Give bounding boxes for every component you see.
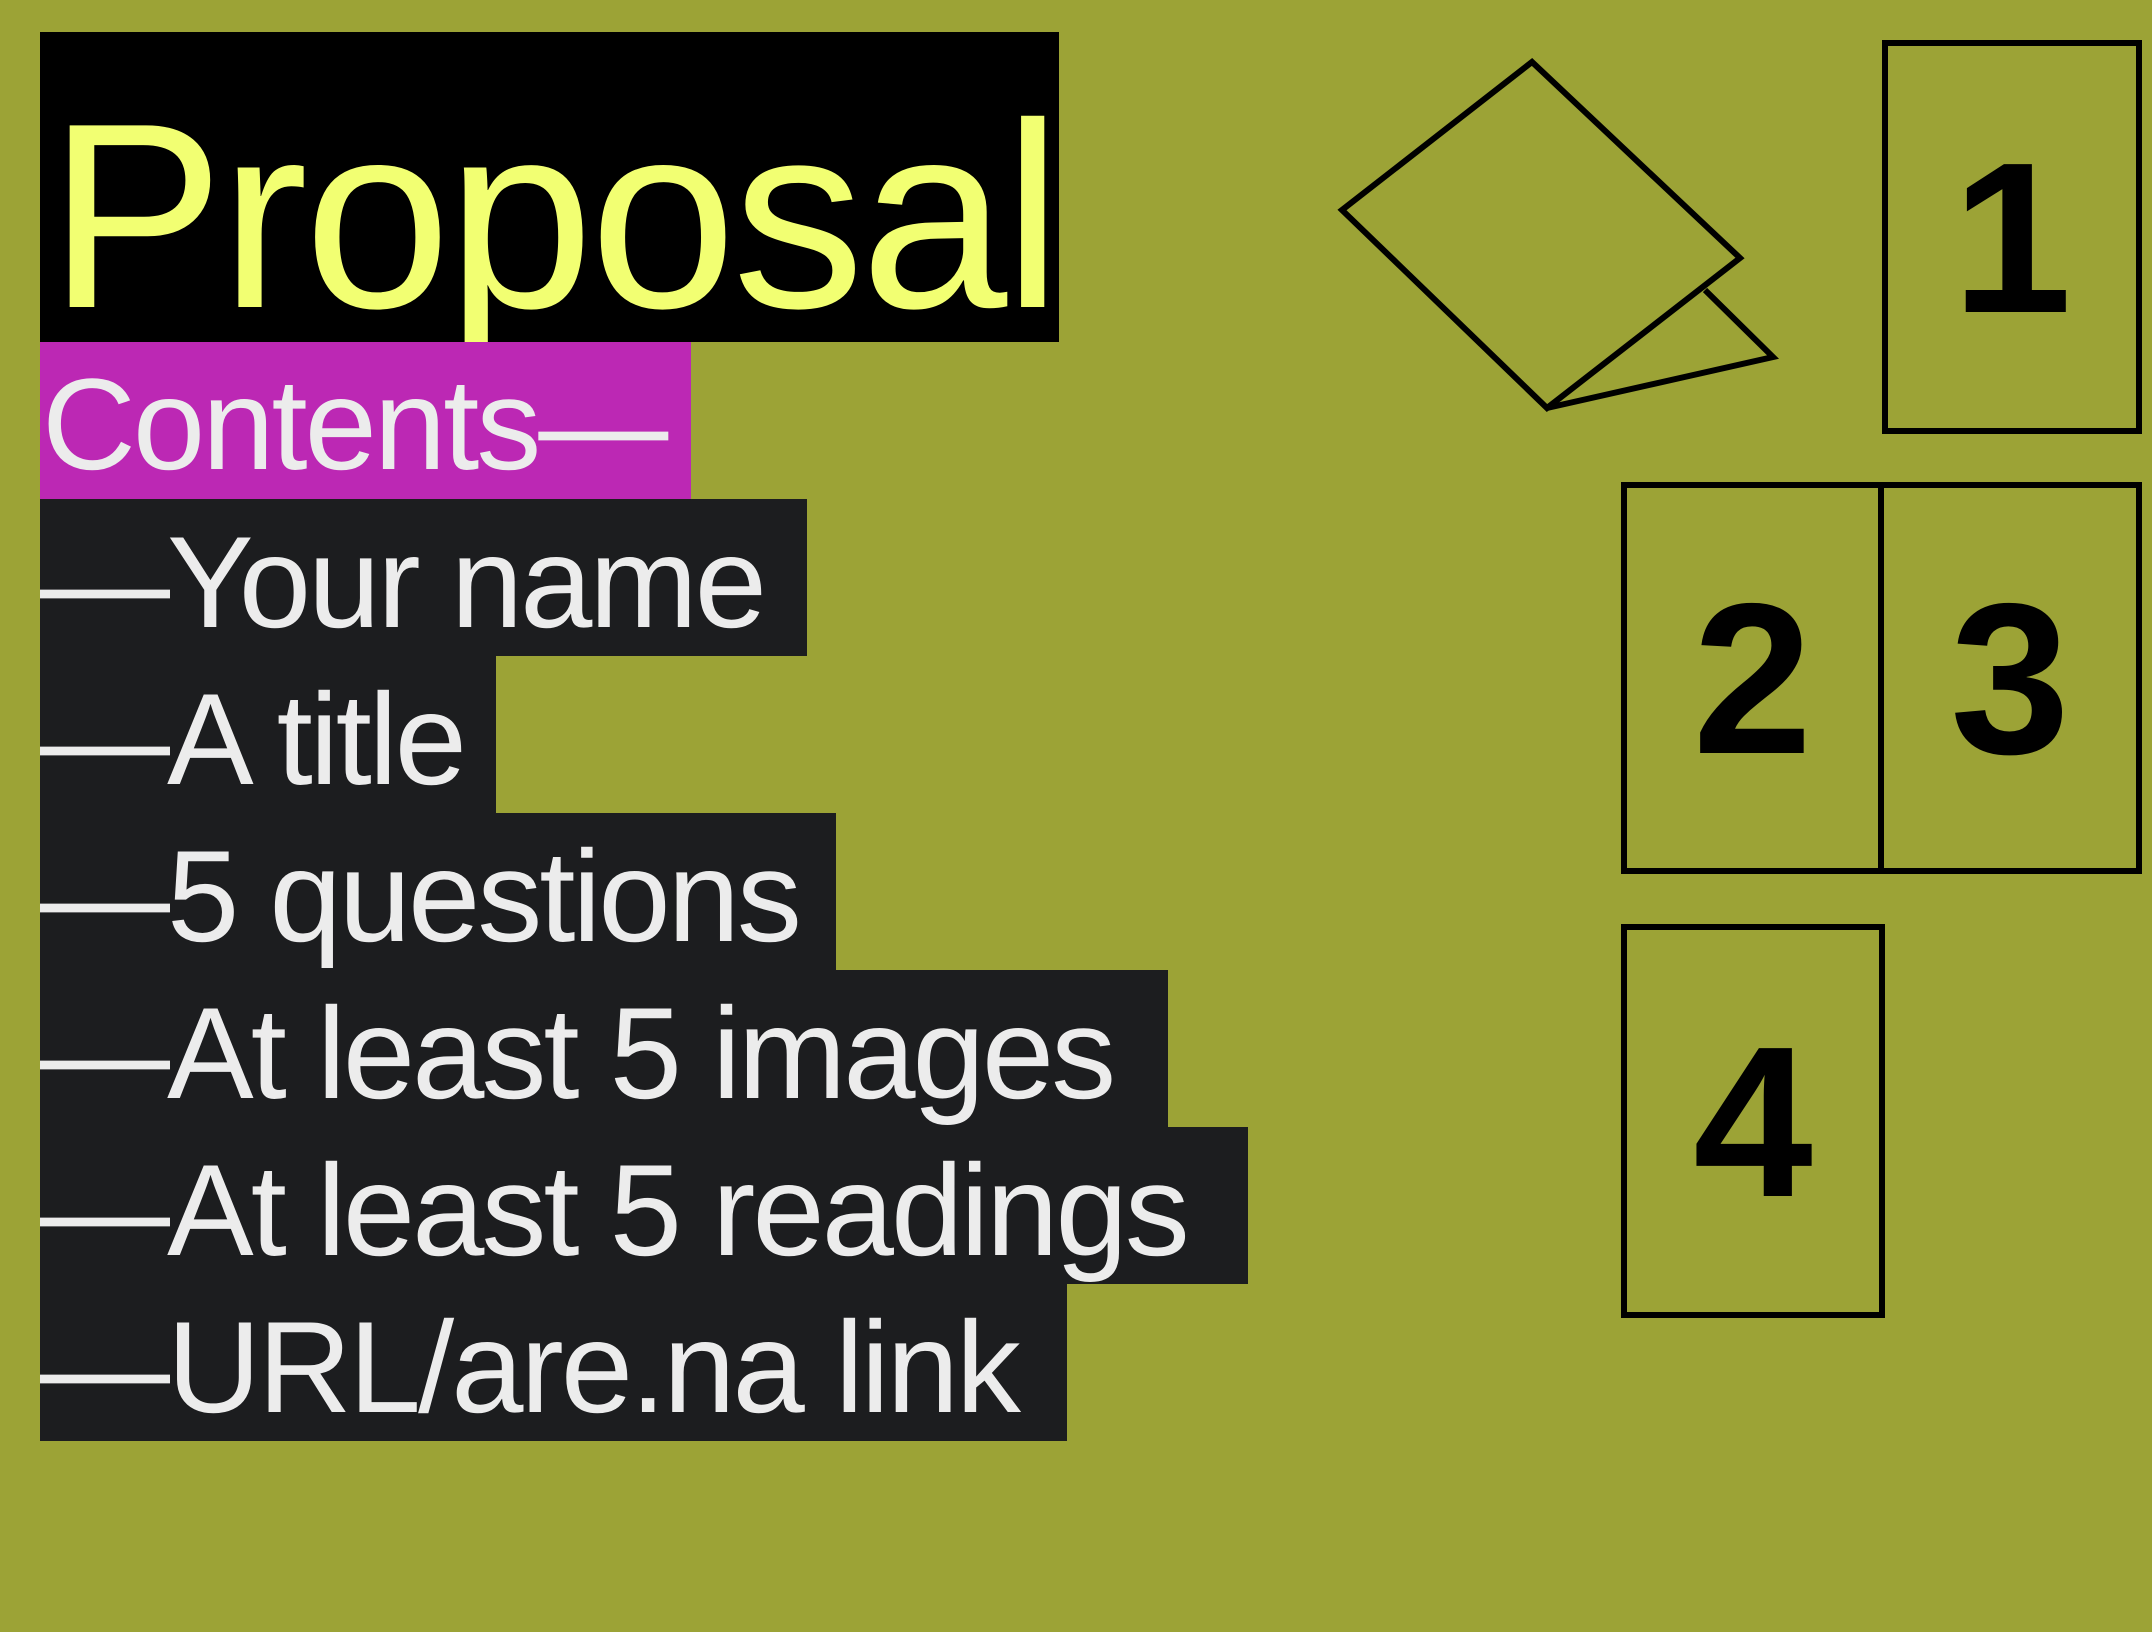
- list-item-questions: —5 questions: [40, 813, 836, 970]
- page-box-number: 1: [1952, 116, 2072, 358]
- page-box-1: 1: [1882, 40, 2142, 434]
- list-item-label: —Your name: [40, 509, 767, 655]
- list-item-readings: —At least 5 readings: [40, 1127, 1248, 1284]
- contents-heading: Contents—: [42, 351, 668, 497]
- list-item-label: —At least 5 images: [40, 980, 1116, 1126]
- page-box-number: 3: [1950, 557, 2070, 799]
- list-item-link: —URL/are.na link: [40, 1284, 1067, 1441]
- page-box-4: 4: [1621, 924, 1885, 1318]
- list-item-title: —A title: [40, 656, 496, 813]
- page-box-3: 3: [1878, 482, 2142, 874]
- page-title: Proposal: [48, 68, 1059, 343]
- contents-heading-block: Contents—: [40, 342, 691, 499]
- page-box-2: 2: [1621, 482, 1884, 874]
- list-item-label: —A title: [40, 666, 467, 812]
- list-item-label: —At least 5 readings: [40, 1137, 1190, 1283]
- list-item-your-name: —Your name: [40, 499, 807, 656]
- list-item-label: —5 questions: [40, 823, 802, 969]
- list-item-images: —At least 5 images: [40, 970, 1168, 1127]
- folded-paper-icon: [1337, 58, 1780, 412]
- page-box-number: 2: [1692, 557, 1813, 799]
- page-box-number: 4: [1693, 1000, 1813, 1242]
- title-block: Proposal: [40, 32, 1059, 342]
- list-item-label: —URL/are.na link: [40, 1294, 1021, 1440]
